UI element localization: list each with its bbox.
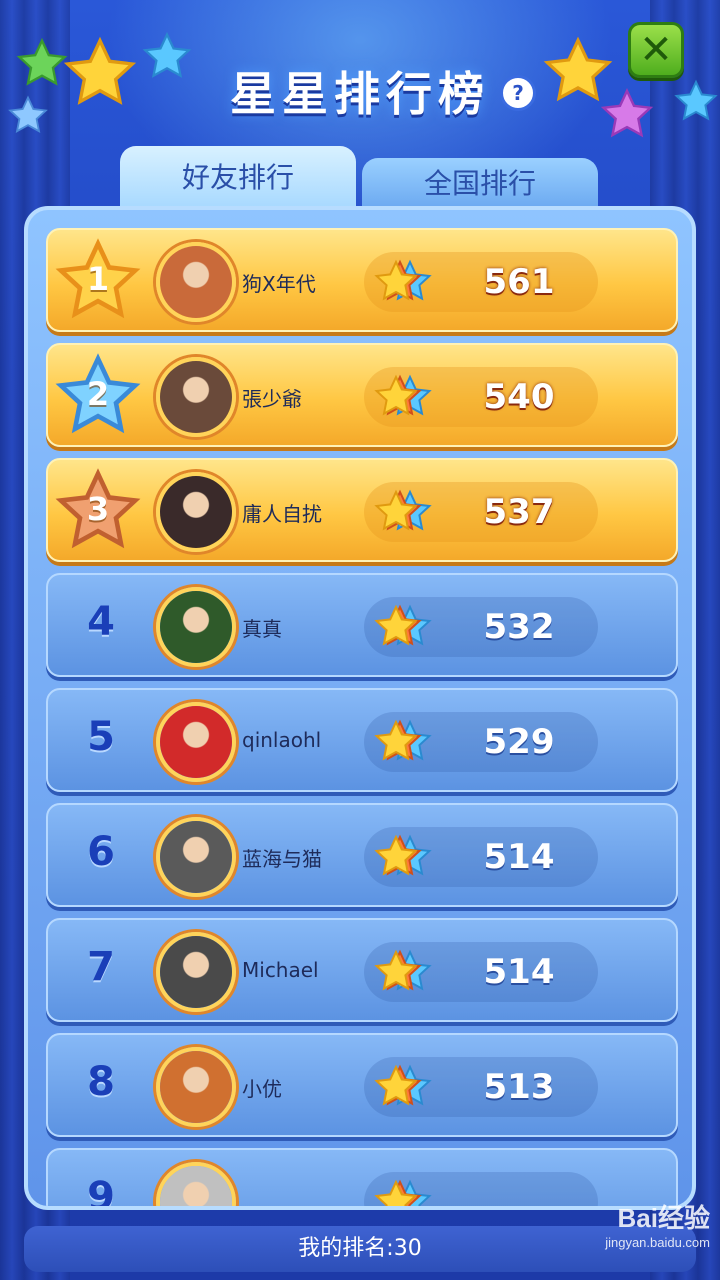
star-score-icon (372, 946, 432, 1002)
avatar-image (160, 476, 232, 548)
help-icon: ? (512, 81, 524, 105)
player-name: qinlaohl (242, 728, 322, 752)
table-row[interactable]: 4 真真 532 (46, 573, 678, 677)
avatar-image (160, 591, 232, 663)
avatar[interactable] (156, 242, 236, 322)
score-pill: 514 (364, 827, 598, 887)
star-score: 537 (483, 492, 555, 532)
avatar[interactable] (156, 702, 236, 782)
avatar[interactable] (156, 1047, 236, 1127)
avatar[interactable] (156, 587, 236, 667)
player-name: 張少爺 (242, 387, 302, 411)
watermark-url: jingyan.baidu.com (605, 1235, 710, 1250)
rank-number: 8 (87, 1059, 115, 1105)
watermark: Bai经验 jingyan.baidu.com (560, 1198, 720, 1250)
table-row[interactable]: 3 庸人自扰 537 (46, 458, 678, 562)
avatar-image (160, 361, 232, 433)
score-pill: 532 (364, 597, 598, 657)
player-name: 真真 (242, 617, 282, 641)
player-name: 狗X年代 (242, 272, 316, 296)
rank-number: 5 (87, 714, 115, 760)
avatar-image (160, 821, 232, 893)
score-pill: 513 (364, 1057, 598, 1117)
avatar[interactable] (156, 817, 236, 897)
avatar[interactable] (156, 357, 236, 437)
star-score-icon (372, 601, 432, 657)
avatar-image (160, 246, 232, 318)
help-button[interactable]: ? (500, 75, 536, 111)
rank-number: 7 (87, 944, 115, 990)
rank-number: 9 (87, 1174, 115, 1210)
leaderboard-panel[interactable]: 1 狗X年代 561 2 張少爺 540 3 庸人自扰 537 4 真真 532 5 qinlaohl 52… (24, 206, 696, 1210)
score-pill: 540 (364, 367, 598, 427)
page-title: 星星排行榜 (230, 67, 490, 121)
rank-number: 3 (86, 490, 110, 528)
star-score: 561 (483, 262, 555, 302)
rank-medal: 2 (52, 351, 144, 443)
star-score-icon (372, 716, 432, 772)
rank-number: 4 (87, 599, 115, 645)
star-score-icon (372, 1176, 432, 1206)
star-score: 513 (483, 1067, 555, 1107)
star-score-icon (372, 256, 432, 312)
star-score: 540 (483, 377, 555, 417)
table-row[interactable]: 2 張少爺 540 (46, 343, 678, 447)
star-score: 529 (483, 722, 555, 762)
avatar-image (160, 936, 232, 1008)
player-name: 小优 (242, 1077, 282, 1101)
star-score-icon (372, 371, 432, 427)
avatar[interactable] (156, 472, 236, 552)
rank-number: 6 (87, 829, 115, 875)
avatar-image (160, 1051, 232, 1123)
table-row[interactable]: 8 小优 513 (46, 1033, 678, 1137)
rank-medal: 1 (52, 236, 144, 328)
rank-medal: 3 (52, 466, 144, 558)
score-pill: 537 (364, 482, 598, 542)
star-score: 532 (483, 607, 555, 647)
avatar[interactable] (156, 1162, 236, 1206)
watermark-brand: Bai经验 (617, 1203, 710, 1233)
table-row[interactable]: 7 Michael 514 (46, 918, 678, 1022)
star-score-icon (372, 831, 432, 887)
star-score: 514 (483, 837, 555, 877)
close-button[interactable]: ✕ (628, 22, 684, 78)
game-screen: 星星排行榜 ? ✕ 好友排行 全国排行 1 狗X年代 561 2 張少爺 540 3 庸人自扰… (0, 0, 720, 1280)
score-pill: 529 (364, 712, 598, 772)
close-icon: ✕ (639, 27, 673, 73)
leaderboard-list: 1 狗X年代 561 2 張少爺 540 3 庸人自扰 537 4 真真 532 5 qinlaohl 52… (46, 228, 678, 1210)
avatar-image (160, 1166, 232, 1206)
score-pill: 561 (364, 252, 598, 312)
table-row[interactable]: 5 qinlaohl 529 (46, 688, 678, 792)
player-name: Michael (242, 958, 319, 982)
rank-number: 2 (86, 375, 110, 413)
star-score-icon (372, 1061, 432, 1117)
table-row[interactable]: 1 狗X年代 561 (46, 228, 678, 332)
table-row[interactable]: 6 蓝海与猫 514 (46, 803, 678, 907)
tab-friends-ranking[interactable]: 好友排行 (120, 146, 356, 210)
star-score: 514 (483, 952, 555, 992)
player-name: 庸人自扰 (242, 502, 322, 526)
rank-number: 1 (86, 260, 110, 298)
player-name: 蓝海与猫 (242, 847, 322, 871)
star-score-icon (372, 486, 432, 542)
score-pill: 514 (364, 942, 598, 1002)
avatar-image (160, 706, 232, 778)
tab-national-ranking[interactable]: 全国排行 (362, 158, 598, 210)
avatar[interactable] (156, 932, 236, 1012)
